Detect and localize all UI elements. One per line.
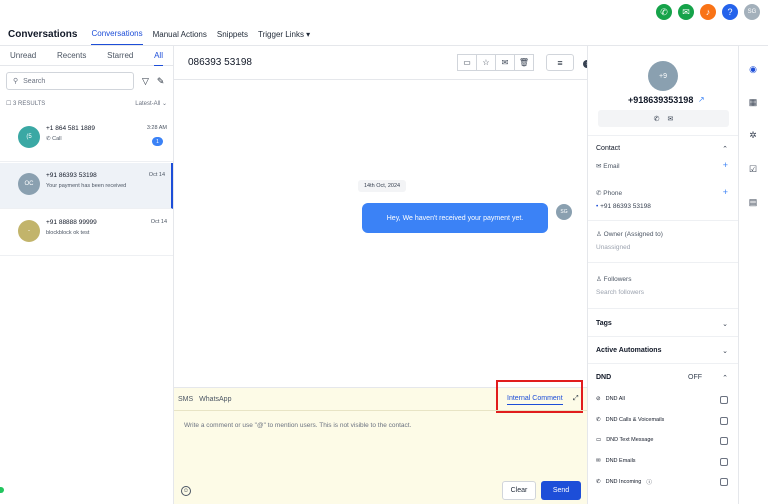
megaphone-icon[interactable]: ✉: [678, 4, 694, 20]
dnd-all-checkbox[interactable]: [720, 396, 728, 404]
nav-conversations[interactable]: Conversations: [91, 29, 143, 45]
avatar: +9: [648, 61, 678, 91]
contact-phone: +918639353198: [628, 95, 694, 105]
task-icon[interactable]: ☑: [747, 163, 759, 175]
top-nav: Conversations Conversations Manual Actio…: [0, 22, 768, 46]
list-item[interactable]: - +91 88888 99999 blockblock ok test Oct…: [0, 210, 173, 256]
phone-label: ✆ Phone: [596, 190, 623, 197]
trash-icon[interactable]: 🗑: [514, 54, 534, 71]
notes-icon[interactable]: ▤: [747, 196, 759, 208]
message-icon: ▭: [596, 437, 602, 443]
followers-input[interactable]: Search followers: [596, 289, 644, 296]
dnd-emails-label: ✉ DND Emails: [596, 458, 636, 464]
contact-actions: ✆ ✉: [598, 110, 729, 127]
contact-panel: +9 +918639353198 ↗ ✆ ✉ Contact ⌃ ✉ Email…: [587, 46, 739, 504]
phone-off-icon: ✆: [596, 479, 601, 485]
bell-icon[interactable]: ♪: [700, 4, 716, 20]
tab-whatsapp[interactable]: WhatsApp: [199, 396, 231, 403]
chevron-down-icon[interactable]: ⌄: [722, 320, 728, 328]
results-count: ☐ 3 RESULTS: [6, 100, 46, 107]
chevron-up-icon[interactable]: ⌃: [722, 145, 728, 153]
tab-recents[interactable]: Recents: [57, 51, 86, 60]
add-email-icon[interactable]: +: [723, 160, 728, 170]
dnd-emails-checkbox[interactable]: [720, 458, 728, 466]
nav-manual-actions[interactable]: Manual Actions: [153, 30, 207, 39]
add-phone-icon[interactable]: +: [723, 187, 728, 197]
filter-tabs: Unread Recents Starred All: [0, 46, 173, 66]
section-dnd[interactable]: DND: [596, 374, 611, 381]
mail-icon: ✉: [596, 458, 601, 464]
emoji-icon[interactable]: ☺: [181, 486, 191, 496]
phone-icon: ✆: [596, 417, 601, 423]
folder-icon[interactable]: ▭: [457, 54, 477, 71]
apps-icon[interactable]: ✲: [747, 129, 759, 141]
user-avatar[interactable]: SG: [744, 4, 760, 20]
dnd-state: OFF: [688, 374, 702, 381]
sort-dropdown[interactable]: Latest-All ⌄: [135, 100, 167, 107]
comment-input[interactable]: Write a comment or use "@" to mention us…: [184, 422, 411, 429]
list-item[interactable]: OC +91 86393 53198 Your payment has been…: [0, 163, 173, 209]
call-icon[interactable]: ✆: [654, 115, 660, 123]
calendar-icon[interactable]: ▦: [747, 96, 759, 108]
nav-trigger-links[interactable]: Trigger Links ▾: [258, 30, 310, 39]
avatar: (5: [18, 126, 40, 148]
followers-label: ♙ Followers: [596, 276, 632, 283]
list-item[interactable]: (5 +1 864 581 1889 ✆ Call 3:28 AM 1: [0, 116, 173, 162]
owner-label: ♙ Owner (Assigned to): [596, 231, 663, 238]
email-icon[interactable]: ✉: [668, 115, 674, 123]
bell-off-icon: ⊘: [596, 396, 601, 402]
owner-select[interactable]: Unassigned: [596, 244, 630, 251]
avatar: -: [18, 220, 40, 242]
chat-panel: 086393 53198 ▭ ☆ ✉ 🗑 ≡ 14th Oct, 2024 He…: [174, 46, 587, 504]
nav-snippets[interactable]: Snippets: [217, 30, 248, 39]
tab-starred[interactable]: Starred: [107, 51, 133, 60]
top-bar: ✆ ✉ ♪ ? SG: [0, 0, 768, 22]
message-bubble: Hey, We haven't received your payment ye…: [362, 203, 548, 233]
phone-value[interactable]: • +91 86393 53198: [596, 203, 651, 210]
right-rail: ◉ ▦ ✲ ☑ ▤: [738, 46, 768, 504]
email-label: ✉ Email: [596, 163, 620, 170]
composer: SMS WhatsApp Internal Comment ⤢ Write a …: [174, 380, 587, 504]
tab-unread[interactable]: Unread: [10, 51, 36, 60]
avatar: SG: [556, 204, 572, 220]
dnd-incoming-checkbox[interactable]: [720, 478, 728, 486]
filter-icon[interactable]: ▽: [142, 76, 149, 87]
tab-internal-comment[interactable]: Internal Comment: [507, 395, 563, 405]
chevron-up-icon[interactable]: ⌃: [722, 374, 728, 382]
date-separator: 14th Oct, 2024: [358, 180, 407, 192]
tab-sms[interactable]: SMS: [178, 396, 193, 403]
dnd-calls-label: ✆ DND Calls & Voicemails: [596, 417, 665, 423]
search-icon: ⚲: [13, 78, 19, 85]
external-link-icon[interactable]: ↗: [698, 95, 705, 104]
compose-icon[interactable]: ✎: [157, 76, 165, 87]
contact-icon[interactable]: ◉: [747, 63, 759, 75]
filter-lines-icon[interactable]: ≡: [546, 54, 574, 71]
chat-title: 086393 53198: [188, 57, 252, 68]
chevron-down-icon[interactable]: ⌄: [722, 347, 728, 355]
phone-icon[interactable]: ✆: [656, 4, 672, 20]
section-contact[interactable]: Contact: [596, 145, 620, 152]
section-tags[interactable]: Tags: [596, 320, 612, 327]
tab-all[interactable]: All: [154, 51, 163, 66]
clear-button[interactable]: Clear: [502, 481, 536, 500]
dnd-text-checkbox[interactable]: [720, 437, 728, 445]
dnd-calls-checkbox[interactable]: [720, 417, 728, 425]
info-icon: ⓘ: [646, 480, 652, 486]
app-title: Conversations: [8, 28, 78, 40]
send-button[interactable]: Send: [541, 481, 581, 500]
search-input[interactable]: ⚲ Search: [6, 72, 134, 90]
conversation-list-panel: Unread Recents Starred All ⚲ Search ▽ ✎ …: [0, 46, 174, 504]
mail-icon[interactable]: ✉: [495, 54, 515, 71]
star-icon[interactable]: ☆: [476, 54, 496, 71]
unread-badge: 1: [152, 137, 163, 146]
section-automations[interactable]: Active Automations: [596, 347, 661, 354]
expand-icon[interactable]: ⤢: [573, 395, 579, 403]
dnd-all-label: ⊘ DND All: [596, 396, 625, 402]
dnd-text-label: ▭ DND Text Message: [596, 437, 654, 443]
help-icon[interactable]: ?: [722, 4, 738, 20]
avatar: OC: [18, 173, 40, 195]
dnd-incoming-label: ✆ DND Incoming ⓘ: [596, 479, 652, 486]
